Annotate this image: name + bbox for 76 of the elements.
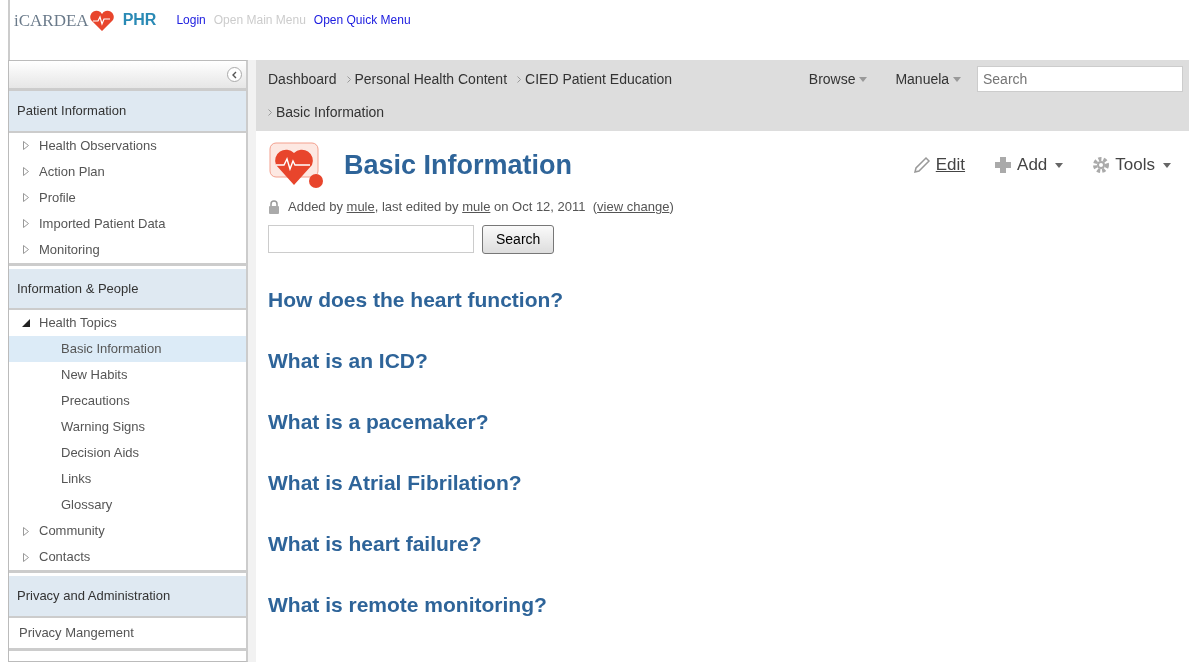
user-link[interactable]: mule [346,199,375,214]
sidebar-item[interactable]: Health Topics [9,310,246,336]
pencil-icon [911,155,932,175]
sidebar-item[interactable]: Community [9,518,246,544]
expanded-triangle-icon[interactable] [21,319,31,327]
section-header[interactable]: Privacy and Administration [9,576,246,618]
sidebar-item[interactable]: Health Observations [9,132,246,159]
header-link[interactable]: Login [176,11,206,29]
collapse-button[interactable] [227,67,242,82]
topic-heading-link[interactable]: What is an ICD? [268,330,1177,392]
tree-label: Monitoring [39,240,100,259]
logo-text: iCARDEA [14,10,89,32]
breadcrumb-link[interactable]: Personal Health Content [354,66,514,92]
collapsed-triangle-icon[interactable] [21,219,31,228]
tree-label: Health Observations [39,136,157,155]
tree-label: Contacts [39,548,91,567]
collapsed-triangle-icon[interactable] [21,167,31,176]
app-name: PHR [122,10,157,30]
sidebar-item[interactable]: Action Plan [9,158,246,185]
tree-label: Imported Patient Data [39,214,166,233]
chevron-left-icon [231,70,238,79]
action-button[interactable]: Tools [1085,151,1177,179]
collapsed-triangle-icon[interactable] [21,526,31,536]
sidebar-item[interactable]: New Habits [9,362,246,388]
sidebar-item[interactable]: Imported Patient Data [9,210,246,237]
chevron-right-icon [517,75,522,83]
breadcrumb-link[interactable]: Basic Information [276,100,391,125]
collapsed-triangle-icon[interactable] [21,193,31,202]
caret-icon [1055,162,1064,168]
top-menu[interactable]: Browse [808,68,868,90]
sidebar-item[interactable]: Monitoring [9,236,246,263]
sidebar-item[interactable]: Warning Signs [9,414,246,440]
topic-heading-link[interactable]: What is Atrial Fibrilation? [268,452,1177,514]
topic-heading-link[interactable]: What is remote monitoring? [268,574,1177,636]
collapsed-triangle-icon[interactable] [21,552,31,562]
caret-icon [859,77,868,83]
search-field[interactable]: Search [977,66,1183,92]
sidebar-item[interactable]: Profile [9,184,246,211]
breadcrumb-link[interactable]: CIED Patient Education [525,66,679,92]
sidebar-item[interactable]: Contacts [9,544,246,570]
section-header[interactable]: Patient Information [9,91,246,133]
caret-icon [1163,162,1171,168]
chevron-right-icon [346,75,351,83]
padlock-icon [268,199,280,214]
tree-label: Community [39,522,105,541]
search-field[interactable] [268,225,474,253]
top-menu[interactable]: Manuela [895,68,961,90]
sidebar-item[interactable]: Links [9,466,246,492]
sidebar-item[interactable]: Decision Aids [9,440,246,466]
action-button[interactable]: Edit [905,151,972,179]
topic-heading-link[interactable]: How does the heart function? [268,269,1177,331]
caret-icon [953,77,961,83]
action-button[interactable]: Add [987,151,1070,179]
tree-label: Profile [39,188,76,207]
breadcrumb-link[interactable]: Dashboard [268,66,343,92]
topic-heading-link[interactable]: What is a pacemaker? [268,391,1177,453]
topic-heading-link[interactable]: What is heart failure? [268,513,1177,575]
sidebar-item[interactable]: Basic Information [9,336,246,362]
collapsed-triangle-icon[interactable] [21,245,31,254]
header-link[interactable]: Open Quick Menu [313,11,411,29]
tree-label: Health Topics [39,314,117,333]
user-link[interactable]: mule [462,199,491,214]
sidebar-item[interactable]: Privacy Mangement [9,617,246,648]
user-link[interactable]: view change [597,199,670,214]
gear-icon [1091,155,1112,175]
collapsed-triangle-icon[interactable] [21,141,31,150]
plus-icon [993,155,1014,175]
sidebar-item[interactable]: Precautions [9,388,246,414]
search-button[interactable]: Search [482,224,555,254]
section-header[interactable]: Information & People [9,268,246,310]
chevron-right-icon [268,109,272,116]
tree-label: Action Plan [39,162,105,181]
sidebar-item[interactable]: Glossary [9,492,246,518]
page-title: Basic Information [344,148,573,182]
heart-logo-icon [88,9,115,32]
edit-history-text: Added by mule, last edited by mule on Oct 12, 2011 (view change) [288,198,674,216]
